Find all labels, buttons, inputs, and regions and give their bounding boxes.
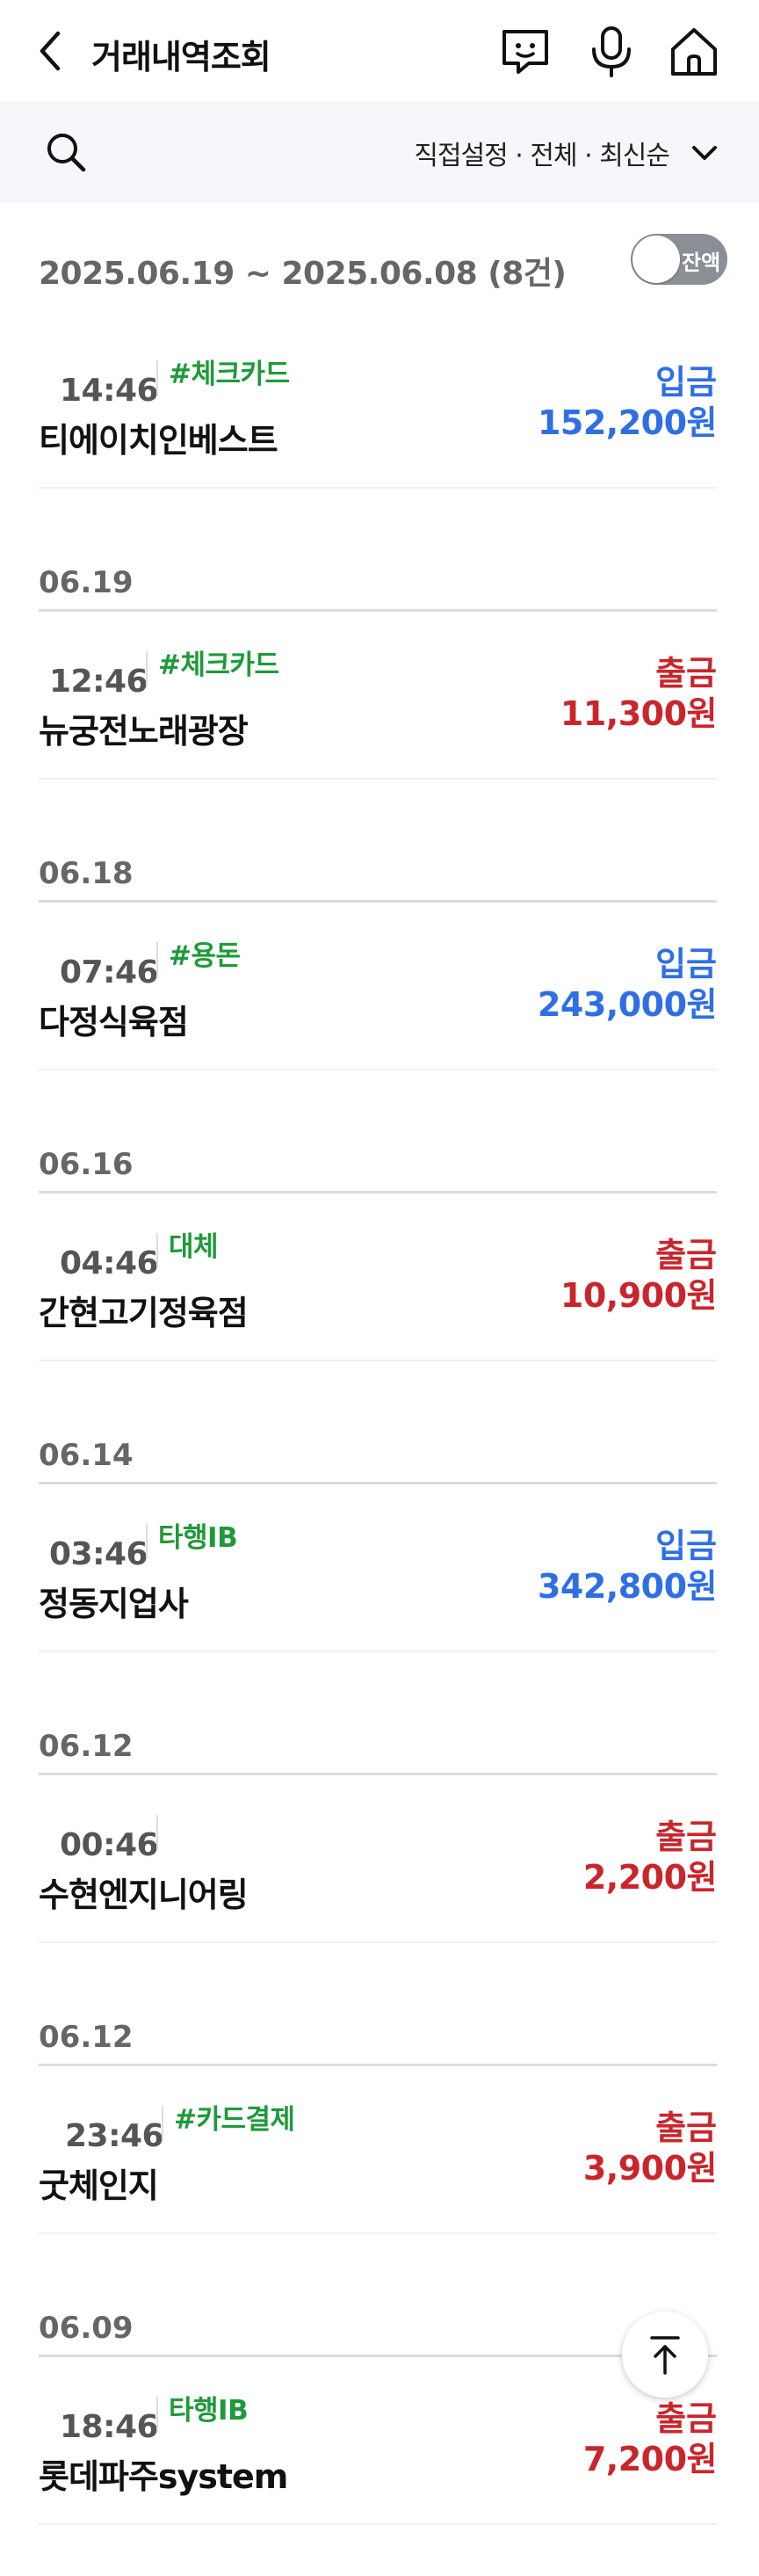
transaction-amount: 7,200원 bbox=[582, 2440, 718, 2478]
time-tag-separator bbox=[156, 1815, 158, 1850]
filter-dropdown-button[interactable] bbox=[687, 135, 722, 171]
app-header: 거래내역조회 bbox=[0, 0, 759, 102]
transaction-divider bbox=[39, 2232, 717, 2234]
time-tag-separator bbox=[156, 2397, 158, 2432]
transaction-name: 수현엔지니어링 bbox=[39, 1876, 249, 1914]
date-divider bbox=[39, 1482, 717, 1484]
transaction-item[interactable]: 07:46 #용돈 다정식육점 입금 243,000원 bbox=[39, 940, 718, 1121]
transaction-item[interactable]: 14:46 #체크카드 티에이치인베스트 입금 152,200원 bbox=[39, 359, 718, 540]
transaction-time: 12:46 bbox=[49, 664, 148, 700]
transaction-amount: 2,200원 bbox=[582, 1858, 718, 1897]
transaction-divider bbox=[39, 1651, 717, 1652]
chatbot-icon bbox=[502, 30, 548, 74]
transaction-tag: 타행IB bbox=[169, 2395, 249, 2427]
time-tag-separator bbox=[146, 651, 148, 686]
filter-bar: 직접설정 · 전체 · 최신순 bbox=[0, 102, 759, 202]
transaction-divider bbox=[39, 487, 717, 489]
transaction-tag: #카드결제 bbox=[174, 2104, 295, 2136]
transaction-tag: 대체 bbox=[169, 1231, 219, 1263]
chevron-down-icon bbox=[692, 146, 717, 160]
transaction-item[interactable]: 00:46 수현엔지니어링 출금 2,200원 bbox=[39, 1815, 718, 1994]
search-icon bbox=[47, 134, 86, 172]
transaction-tag: 타행IB bbox=[158, 1522, 238, 1554]
transaction-amount: 342,800원 bbox=[537, 1567, 718, 1606]
toggle-knob bbox=[632, 236, 680, 283]
scroll-to-top-button[interactable] bbox=[622, 2311, 708, 2398]
time-tag-separator bbox=[156, 1233, 158, 1268]
page-title: 거래내역조회 bbox=[91, 38, 271, 76]
transaction-name: 정동지업사 bbox=[39, 1585, 189, 1623]
date-header: 06.12 bbox=[39, 1729, 134, 1764]
balance-toggle-label: 잔액 bbox=[682, 250, 721, 275]
transaction-divider bbox=[39, 778, 717, 780]
transaction-time: 00:46 bbox=[60, 1827, 159, 1863]
date-header: 06.12 bbox=[39, 2020, 134, 2055]
transaction-amount: 152,200원 bbox=[537, 403, 718, 442]
transaction-time: 07:46 bbox=[60, 954, 159, 990]
date-header: 06.09 bbox=[39, 2311, 134, 2346]
transaction-amount: 243,000원 bbox=[537, 985, 718, 1024]
home-button[interactable] bbox=[666, 23, 722, 79]
date-divider bbox=[39, 900, 717, 903]
transaction-time: 23:46 bbox=[65, 2118, 164, 2154]
filter-summary[interactable]: 직접설정 · 전체 · 최신순 bbox=[414, 134, 670, 172]
transaction-tag: #체크카드 bbox=[169, 359, 290, 390]
date-divider bbox=[39, 1191, 717, 1194]
transaction-item[interactable]: 18:46 타행IB 롯데파주system 출금 7,200원 bbox=[39, 2395, 718, 2576]
transaction-divider bbox=[39, 2523, 717, 2525]
transaction-item[interactable]: 04:46 대체 간현고기정육점 출금 10,900원 bbox=[39, 1231, 718, 1412]
transaction-item[interactable]: 12:46 #체크카드 뉴궁전노래광장 출금 11,300원 bbox=[39, 649, 718, 831]
transaction-name: 간현고기정육점 bbox=[39, 1294, 249, 1332]
transaction-item[interactable]: 23:46 #카드결제 굿체인지 출금 3,900원 bbox=[39, 2104, 718, 2285]
date-divider bbox=[39, 2355, 717, 2357]
transaction-name: 티에이치인베스트 bbox=[39, 421, 278, 460]
transaction-name: 굿체인지 bbox=[39, 2166, 159, 2205]
transaction-divider bbox=[39, 1360, 717, 1361]
transaction-name: 다정식육점 bbox=[39, 1003, 189, 1041]
microphone-icon bbox=[592, 26, 631, 77]
date-divider bbox=[39, 609, 717, 612]
back-button[interactable] bbox=[32, 26, 72, 76]
transaction-time: 04:46 bbox=[60, 1245, 159, 1281]
date-header: 06.19 bbox=[39, 565, 134, 600]
transaction-time: 03:46 bbox=[49, 1536, 148, 1572]
date-range-summary: 2025.06.19 ~ 2025.06.08 (8건) bbox=[39, 256, 567, 292]
transaction-time: 18:46 bbox=[60, 2409, 159, 2445]
chatbot-button[interactable] bbox=[497, 23, 553, 79]
transaction-tag: #용돈 bbox=[169, 940, 241, 972]
back-arrow-icon bbox=[40, 31, 61, 71]
transaction-tag: #체크카드 bbox=[158, 649, 279, 681]
date-header: 06.16 bbox=[39, 1147, 134, 1182]
date-header: 06.14 bbox=[39, 1438, 134, 1473]
time-tag-separator bbox=[156, 942, 158, 977]
date-divider bbox=[39, 1773, 717, 1775]
time-tag-separator bbox=[146, 1524, 148, 1559]
time-tag-separator bbox=[156, 360, 158, 395]
transaction-divider bbox=[39, 1069, 717, 1070]
voice-search-button[interactable] bbox=[583, 23, 640, 79]
transaction-amount: 10,900원 bbox=[560, 1276, 718, 1315]
date-divider bbox=[39, 2064, 717, 2066]
transaction-amount: 11,300원 bbox=[560, 694, 718, 733]
balance-toggle[interactable]: 잔액 bbox=[631, 234, 727, 285]
transaction-name: 롯데파주system bbox=[39, 2457, 288, 2496]
transaction-item[interactable]: 03:46 타행IB 정동지업사 입금 342,800원 bbox=[39, 1522, 718, 1703]
arrow-up-icon bbox=[650, 2336, 680, 2375]
home-icon bbox=[671, 28, 717, 76]
time-tag-separator bbox=[162, 2106, 163, 2141]
transaction-amount: 3,900원 bbox=[582, 2149, 718, 2188]
transaction-name: 뉴궁전노래광장 bbox=[39, 712, 249, 751]
date-header: 06.18 bbox=[39, 856, 134, 891]
transaction-time: 14:46 bbox=[60, 373, 159, 409]
transaction-divider bbox=[39, 1941, 717, 1943]
search-button[interactable] bbox=[44, 130, 88, 174]
